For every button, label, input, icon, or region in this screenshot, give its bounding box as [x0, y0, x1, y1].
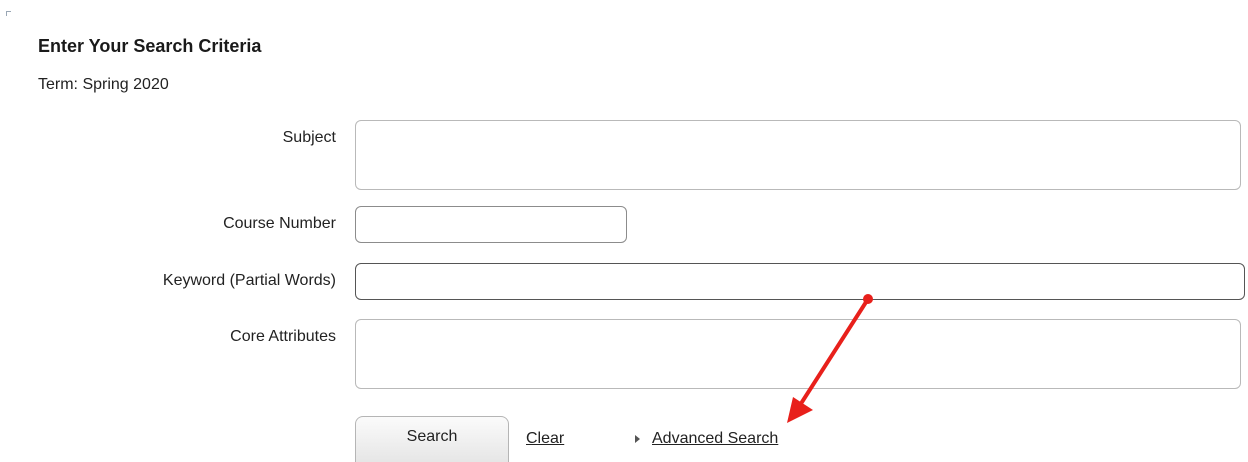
course-number-label: Course Number	[223, 215, 336, 232]
search-button[interactable]: Search	[355, 416, 509, 462]
course-number-field[interactable]	[355, 206, 627, 243]
search-criteria-page: Enter Your Search Criteria Term: Spring …	[0, 0, 1248, 462]
clear-link[interactable]: Clear	[526, 430, 564, 448]
corner-marker	[6, 11, 11, 16]
caret-right-icon[interactable]	[635, 435, 640, 443]
keyword-field[interactable]	[355, 263, 1245, 300]
advanced-search-link[interactable]: Advanced Search	[652, 430, 778, 448]
page-title: Enter Your Search Criteria	[38, 36, 262, 56]
core-attributes-label: Core Attributes	[230, 328, 336, 345]
arrow-head	[787, 397, 813, 423]
subject-field[interactable]	[355, 120, 1241, 190]
core-attributes-field[interactable]	[355, 319, 1241, 389]
keyword-label: Keyword (Partial Words)	[162, 272, 336, 289]
subject-label: Subject	[282, 129, 336, 146]
term-label: Term: Spring 2020	[38, 76, 169, 93]
